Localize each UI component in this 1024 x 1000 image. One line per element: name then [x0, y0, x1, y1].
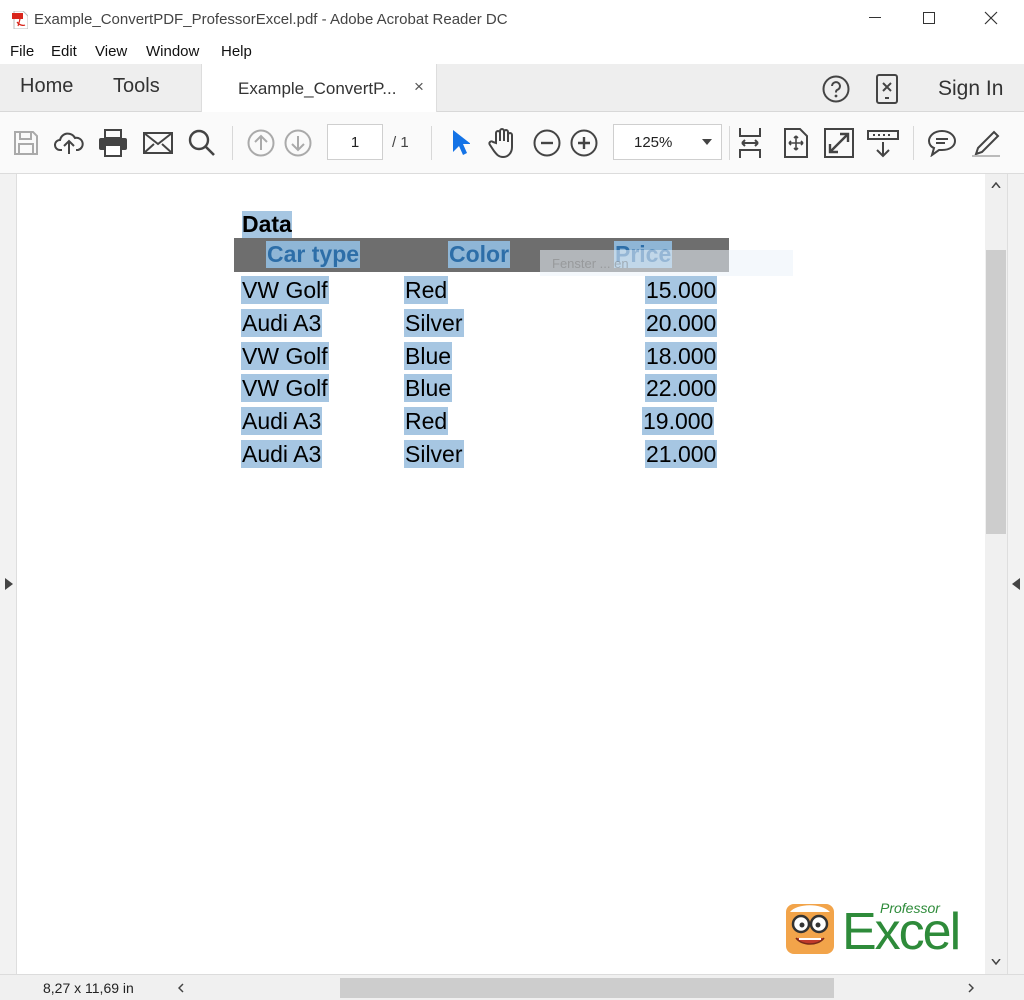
toolbar-separator — [431, 126, 432, 160]
sign-pen-icon[interactable] — [970, 127, 1002, 159]
toolbar-separator — [913, 126, 914, 160]
table-cell-car-type: Audi A3 — [241, 440, 323, 468]
horizontal-scroll-thumb[interactable] — [340, 978, 834, 998]
menu-help[interactable]: Help — [221, 43, 252, 60]
email-icon[interactable] — [142, 127, 174, 159]
zoom-out-icon[interactable] — [531, 127, 563, 159]
menu-view[interactable]: View — [95, 43, 127, 60]
table-cell-car-type: VW Golf — [241, 276, 329, 304]
print-icon[interactable] — [97, 127, 129, 159]
title-bar: Example_ConvertPDF_ProfessorExcel.pdf - … — [0, 0, 1024, 40]
toolbar-separator — [232, 126, 233, 160]
logo-excel-text: Excel — [842, 903, 961, 961]
select-cursor-icon[interactable] — [444, 127, 476, 159]
page-size-label: 8,27 x 11,69 in — [43, 980, 134, 996]
status-bar: 8,27 x 11,69 in — [0, 974, 1024, 1000]
toolbar-separator — [729, 126, 730, 160]
tab-tools[interactable]: Tools — [113, 75, 160, 98]
maximize-button[interactable] — [906, 0, 952, 36]
table-cell-price: 15.000 — [645, 276, 718, 304]
tab-home[interactable]: Home — [20, 75, 73, 98]
save-icon[interactable] — [10, 127, 42, 159]
search-icon[interactable] — [186, 127, 218, 159]
scroll-down-icon[interactable] — [991, 959, 1001, 965]
zoom-value: 125% — [634, 134, 673, 151]
chevron-down-icon — [702, 139, 712, 145]
menu-bar: File Edit View Window Help — [0, 40, 1024, 64]
scroll-mode-icon[interactable] — [867, 127, 899, 159]
sign-in-link[interactable]: Sign In — [938, 77, 1003, 101]
menu-edit[interactable]: Edit — [51, 43, 77, 60]
left-pane-toggle[interactable] — [0, 174, 17, 974]
table-cell-car-type: VW Golf — [241, 374, 329, 402]
table-cell-color: Blue — [404, 374, 453, 402]
document-heading: Data — [242, 211, 292, 238]
previous-page-icon[interactable] — [245, 127, 277, 159]
table-cell-price: 19.000 — [642, 407, 715, 435]
close-tab-button[interactable]: × — [414, 77, 424, 97]
toolbar: 1 / 1 125% — [0, 112, 1024, 174]
table-cell-color: Silver — [404, 440, 464, 468]
vertical-scroll-thumb[interactable] — [986, 250, 1006, 534]
menu-window[interactable]: Window — [146, 43, 199, 60]
minimize-button[interactable] — [852, 0, 898, 36]
full-screen-icon[interactable] — [823, 127, 855, 159]
scroll-up-icon[interactable] — [991, 182, 1001, 188]
zoom-in-icon[interactable] — [568, 127, 600, 159]
table-cell-color: Blue — [404, 342, 453, 370]
table-cell-price: 22.000 — [645, 374, 718, 402]
window-title: Example_ConvertPDF_ProfessorExcel.pdf - … — [34, 11, 508, 28]
fit-width-icon[interactable] — [734, 127, 766, 159]
table-cell-price: 20.000 — [645, 309, 718, 337]
page-number-input[interactable]: 1 — [327, 124, 383, 160]
acrobat-pdf-icon — [12, 10, 29, 34]
caret-right-icon — [5, 578, 13, 590]
next-page-icon[interactable] — [282, 127, 314, 159]
fit-page-icon[interactable] — [780, 127, 812, 159]
right-pane-toggle[interactable] — [1007, 174, 1024, 974]
professor-excel-logo: Professor Excel — [784, 900, 964, 961]
tab-document[interactable]: Example_ConvertP... × — [201, 64, 437, 112]
tab-bar: Home Tools Example_ConvertP... × Sign In — [0, 64, 1024, 112]
vertical-scrollbar[interactable] — [985, 174, 1007, 974]
page-total: / 1 — [392, 134, 409, 151]
table-cell-car-type: VW Golf — [241, 342, 329, 370]
mobile-link-icon[interactable] — [876, 74, 898, 109]
column-header-car-type: Car type — [266, 241, 361, 268]
ghost-tooltip: Fenster ... en — [540, 250, 793, 276]
zoom-select[interactable]: 125% — [613, 124, 722, 160]
table-cell-price: 18.000 — [645, 342, 718, 370]
document-tab-label: Example_ConvertP... — [238, 79, 397, 98]
table-cell-color: Red — [404, 407, 449, 435]
hand-tool-icon[interactable] — [487, 127, 519, 159]
table-cell-car-type: Audi A3 — [241, 407, 323, 435]
table-cell-price: 21.000 — [645, 440, 718, 468]
pdf-page[interactable] — [17, 174, 985, 974]
scroll-right-icon[interactable] — [968, 983, 974, 993]
comment-icon[interactable] — [926, 127, 958, 159]
column-header-color: Color — [448, 241, 511, 268]
table-cell-car-type: Audi A3 — [241, 309, 323, 337]
scroll-left-icon[interactable] — [178, 983, 184, 993]
upload-cloud-icon[interactable] — [53, 127, 85, 159]
caret-left-icon — [1012, 578, 1020, 590]
close-window-button[interactable] — [968, 0, 1014, 36]
document-viewer: 8,27 x 11,69 in — [0, 174, 1024, 1000]
table-cell-color: Red — [404, 276, 449, 304]
table-cell-color: Silver — [404, 309, 464, 337]
menu-file[interactable]: File — [10, 43, 34, 60]
help-icon[interactable] — [821, 74, 851, 109]
